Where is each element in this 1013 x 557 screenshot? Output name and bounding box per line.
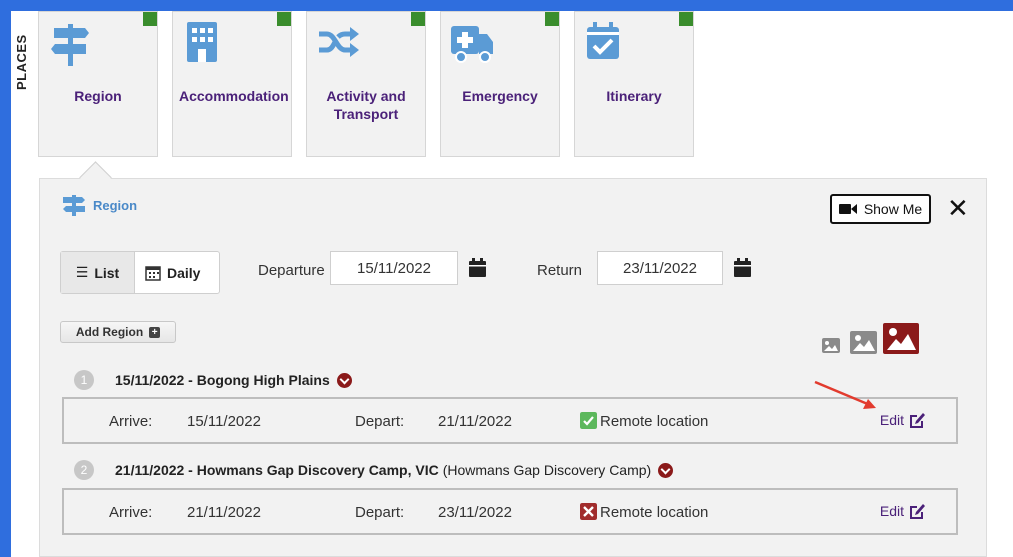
- left-accent-bar: [0, 0, 11, 557]
- tile-status-corner: [411, 12, 425, 26]
- arrive-label: Arrive:: [109, 413, 153, 430]
- depart-label: Depart:: [355, 413, 405, 430]
- shuffle-icon: [319, 27, 359, 57]
- departure-date-input[interactable]: 15/11/2022: [330, 251, 458, 285]
- checkbox-crossed-icon[interactable]: [580, 503, 597, 520]
- daily-view-button[interactable]: Daily: [135, 252, 210, 293]
- chevron-down-icon[interactable]: [658, 462, 674, 478]
- tile-accommodation[interactable]: Accommodation: [172, 11, 292, 157]
- tile-region[interactable]: Region: [38, 11, 158, 157]
- calendar-check-icon: [587, 22, 619, 59]
- depart-date: 21/11/2022: [438, 413, 512, 430]
- panel-header: Region: [61, 193, 137, 217]
- tile-label: Accommodation: [179, 88, 289, 104]
- edit-icon: [910, 504, 925, 519]
- region-title: 15/11/2022 - Bogong High Plains: [115, 372, 330, 388]
- close-icon[interactable]: ✕: [947, 195, 969, 221]
- calendar-icon: [145, 265, 161, 281]
- depart-date: 23/11/2022: [438, 504, 512, 521]
- list-label: List: [94, 264, 120, 281]
- tile-status-corner: [545, 12, 559, 26]
- tile-emergency[interactable]: Emergency: [440, 11, 560, 157]
- region-subtitle: (Howmans Gap Discovery Camp): [442, 462, 652, 478]
- tile-label: Emergency: [462, 88, 538, 104]
- region-number-badge: 1: [74, 370, 94, 390]
- calendar-icon[interactable]: [469, 257, 486, 277]
- tile-status-corner: [143, 12, 157, 26]
- edit-button[interactable]: Edit: [880, 502, 926, 519]
- edit-button[interactable]: Edit: [880, 411, 926, 428]
- region-row-header: 1 15/11/2022 - Bogong High Plains: [74, 370, 352, 390]
- plus-icon: +: [149, 326, 161, 338]
- tile-status-corner: [679, 12, 693, 26]
- image-large-icon[interactable]: [883, 323, 919, 354]
- region-detail-row: Arrive: 21/11/2022 Depart: 23/11/2022 Re…: [62, 488, 958, 535]
- arrive-date: 21/11/2022: [187, 504, 261, 521]
- return-label: Return: [537, 262, 583, 279]
- edit-label: Edit: [879, 502, 904, 519]
- arrive-date: 15/11/2022: [187, 413, 261, 430]
- tile-activity-transport[interactable]: Activity and Transport: [306, 11, 426, 157]
- calendar-icon[interactable]: [734, 257, 751, 277]
- list-view-button[interactable]: ☰ List: [61, 252, 135, 293]
- depart-label: Depart:: [355, 504, 405, 521]
- signpost-icon: [63, 195, 85, 216]
- list-icon: ☰: [75, 264, 89, 280]
- daily-label: Daily: [167, 264, 201, 281]
- ambulance-icon: [451, 26, 493, 63]
- region-title: 21/11/2022 - Howmans Gap Discovery Camp,…: [115, 462, 439, 478]
- arrive-label: Arrive:: [109, 504, 153, 521]
- region-row-header: 2 21/11/2022 - Howmans Gap Discovery Cam…: [74, 460, 674, 480]
- tile-label: Itinerary: [606, 88, 662, 104]
- image-small-icon[interactable]: [822, 338, 840, 353]
- panel-title: Region: [93, 197, 138, 213]
- hotel-icon: [187, 22, 217, 62]
- show-me-label: Show Me: [863, 201, 923, 217]
- remote-location-label: Remote location: [600, 413, 709, 430]
- tile-label: Activity and Transport: [326, 88, 406, 122]
- region-number-badge: 2: [74, 460, 94, 480]
- tile-status-corner: [277, 12, 291, 26]
- image-medium-icon[interactable]: [850, 331, 877, 354]
- top-accent-bar: [0, 0, 1013, 11]
- view-toggle: ☰ List Daily: [60, 251, 220, 294]
- places-vertical-label: PLACES: [14, 34, 29, 90]
- chevron-down-icon[interactable]: [336, 372, 352, 388]
- add-region-button[interactable]: Add Region +: [60, 321, 176, 343]
- region-detail-row: Arrive: 15/11/2022 Depart: 21/11/2022 Re…: [62, 397, 958, 444]
- tile-itinerary[interactable]: Itinerary: [574, 11, 694, 157]
- signpost-icon: [51, 24, 89, 66]
- return-date-input[interactable]: 23/11/2022: [597, 251, 723, 285]
- remote-location-label: Remote location: [600, 504, 709, 521]
- add-region-label: Add Region: [75, 325, 144, 339]
- departure-label: Departure: [258, 262, 325, 279]
- tile-label: Region: [74, 88, 122, 104]
- show-me-button[interactable]: Show Me: [830, 194, 931, 224]
- video-camera-icon: [838, 204, 857, 214]
- checkbox-checked-icon[interactable]: [580, 412, 597, 429]
- edit-icon: [910, 413, 925, 428]
- edit-label: Edit: [879, 411, 904, 428]
